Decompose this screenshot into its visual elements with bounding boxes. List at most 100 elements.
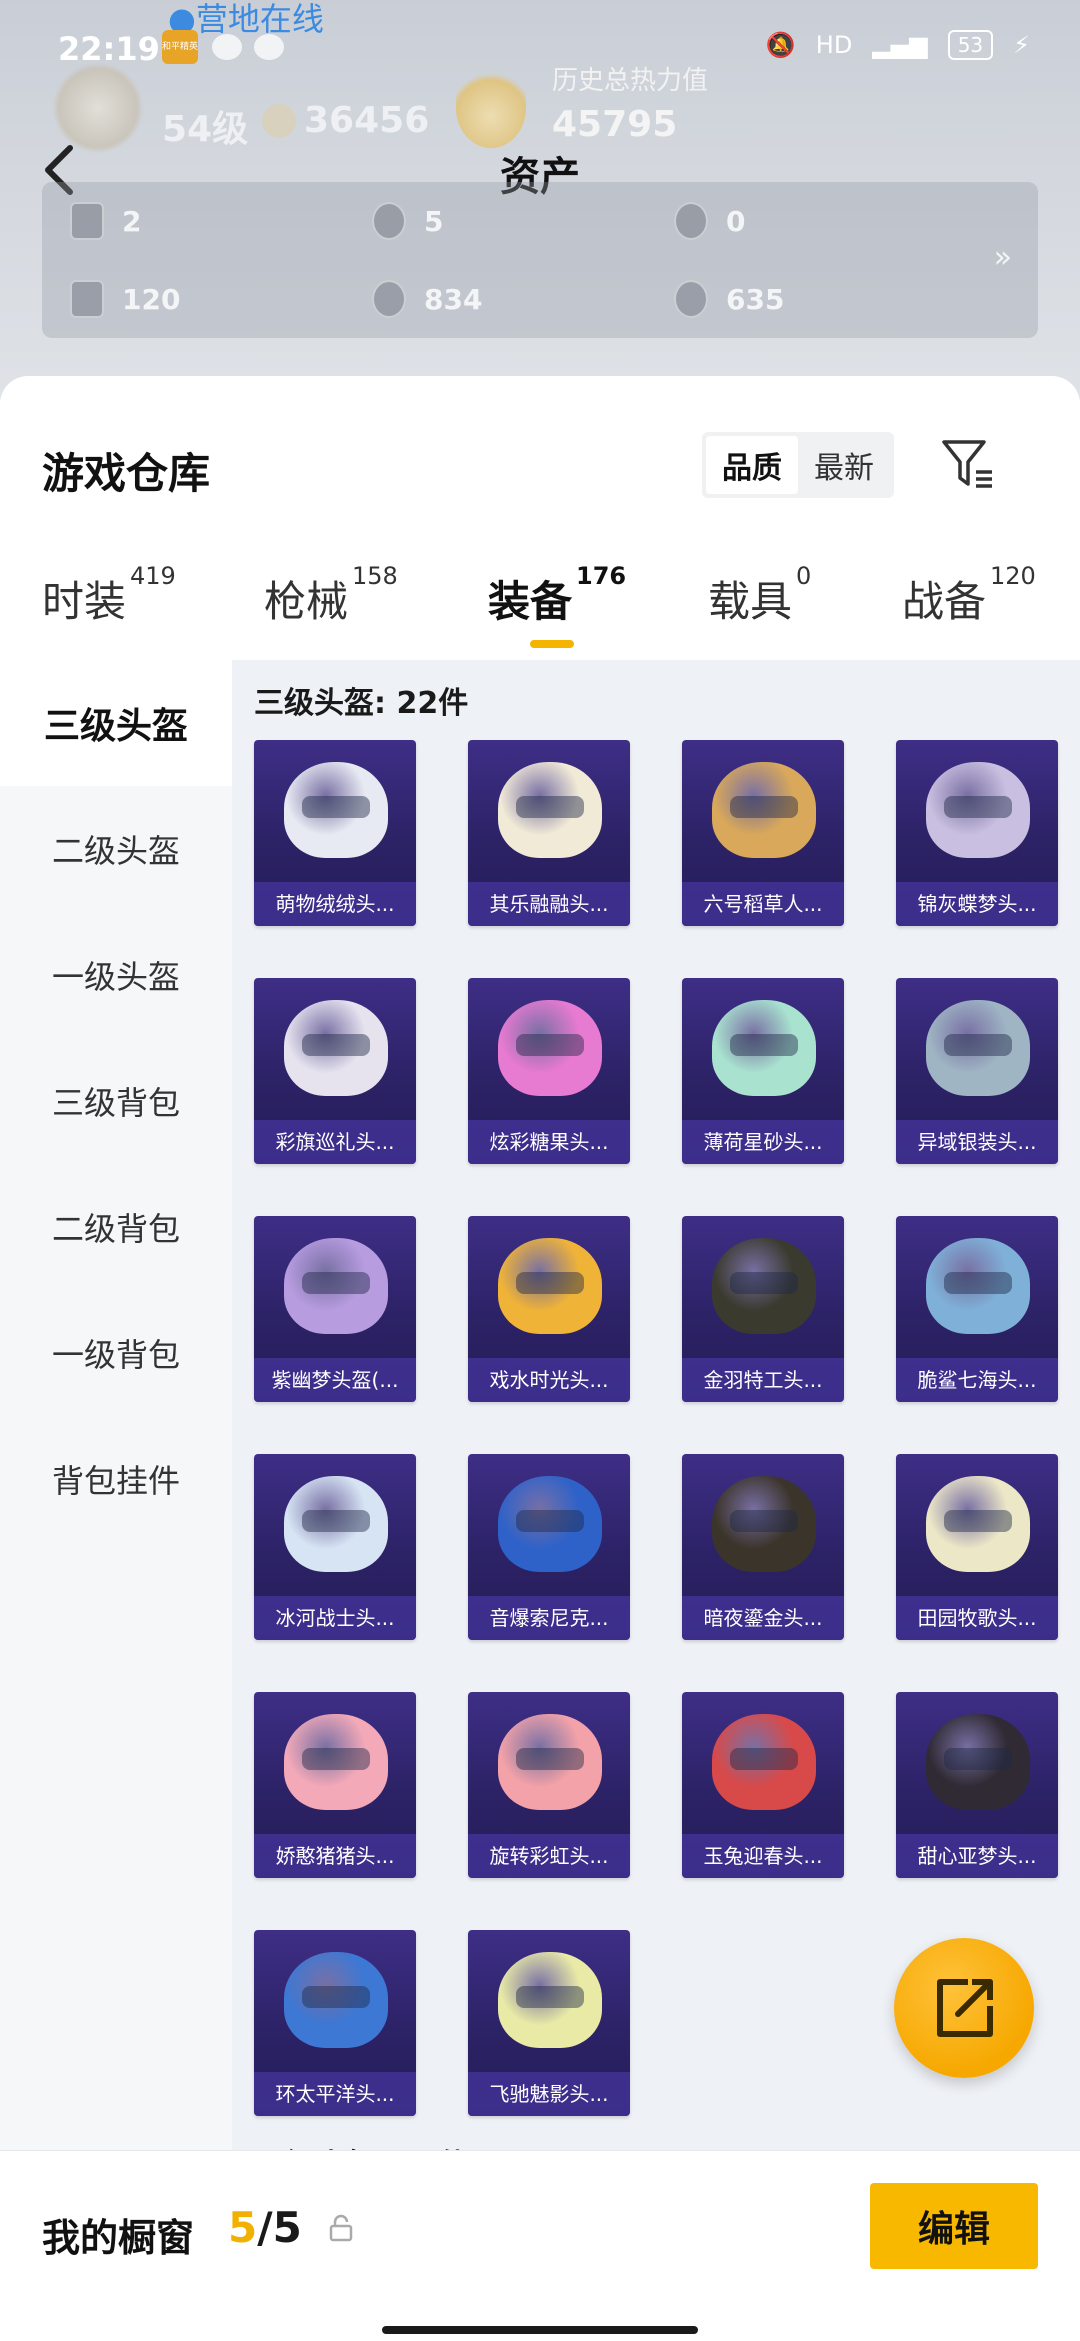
wechat-icon (254, 34, 284, 60)
asset-panel[interactable]: 2 5 0 120 834 635 » (42, 182, 1038, 338)
ticket-icon (70, 280, 104, 318)
item-name: 环太平洋头... (254, 2072, 416, 2116)
showcase-count: 5/5 (228, 2203, 302, 2252)
helmet-icon (926, 1000, 1030, 1096)
tab-equipment[interactable]: 装备176 (488, 562, 626, 629)
asset-value: 2 (122, 204, 142, 238)
card-icon (70, 202, 104, 240)
item-card[interactable]: 戏水时光头... (468, 1216, 630, 1402)
item-card[interactable]: 暗夜鎏金头... (682, 1454, 844, 1640)
item-card[interactable]: 薄荷星砂头... (682, 978, 844, 1164)
lock-icon (329, 2214, 353, 2242)
sort-quality-button[interactable]: 品质 (706, 436, 798, 494)
item-card[interactable]: 锦灰蝶梦头... (896, 740, 1058, 926)
sidebar-item-level2-backpack[interactable]: 二级背包 (0, 1164, 232, 1290)
helmet-icon (712, 1476, 816, 1572)
battery-icon: 53 (947, 30, 994, 60)
sidebar-item-level3-backpack[interactable]: 三级背包 (0, 1038, 232, 1164)
warehouse-title: 游戏仓库 (42, 449, 211, 498)
showcase-bar: 我的橱窗 5/5 编辑 (0, 2150, 1080, 2341)
item-name: 六号稻草人... (682, 882, 844, 926)
helmet-icon (712, 762, 816, 858)
item-card[interactable]: 炫彩糖果头... (468, 978, 630, 1164)
helmet-icon (712, 1238, 816, 1334)
status-time: 22:19 (58, 30, 160, 68)
filter-icon[interactable] (940, 438, 996, 490)
item-card[interactable]: 异域银装头... (896, 978, 1058, 1164)
asset-value: 120 (122, 282, 181, 316)
sidebar-item-level2-helmet[interactable]: 二级头盔 (0, 786, 232, 912)
item-card[interactable]: 紫幽梦头盔(... (254, 1216, 416, 1402)
helmet-icon (712, 1714, 816, 1810)
home-indicator (382, 2326, 698, 2334)
helmet-icon (284, 1000, 388, 1096)
status-bar: ●营地在线 22:19 和平精英 🔕 HD ▂▄▆ 53 ⚡ (0, 0, 1080, 90)
item-card[interactable]: 飞驰魅影头... (468, 1930, 630, 2116)
item-name: 脆鲨七海头... (896, 1358, 1058, 1402)
helmet-icon (498, 1952, 602, 2048)
sidebar-item-level1-helmet[interactable]: 一级头盔 (0, 912, 232, 1038)
item-card[interactable]: 旋转彩虹头... (468, 1692, 630, 1878)
item-card[interactable]: 环太平洋头... (254, 1930, 416, 2116)
asset-item: 834 (372, 280, 482, 318)
item-name: 异域银装头... (896, 1120, 1058, 1164)
item-grid-area: 三级头盔: 22件 萌物绒绒头... 其乐融融头... 六号稻草人... 锦灰蝶梦头.… (232, 660, 1080, 2183)
tab-firearms[interactable]: 枪械158 (264, 562, 398, 629)
tab-fashion[interactable]: 时装419 (42, 562, 176, 629)
item-card[interactable]: 六号稻草人... (682, 740, 844, 926)
sidebar-item-level3-helmet[interactable]: 三级头盔 (0, 660, 232, 786)
external-link-icon (937, 1979, 993, 2037)
double-chevron-right-icon[interactable]: » (994, 240, 1012, 275)
sidebar-item-backpack-charm[interactable]: 背包挂件 (0, 1416, 232, 1542)
item-card[interactable]: 脆鲨七海头... (896, 1216, 1058, 1402)
item-name: 玉兔迎春头... (682, 1834, 844, 1878)
helmet-icon (498, 1714, 602, 1810)
helmet-icon (926, 762, 1030, 858)
item-name: 彩旗巡礼头... (254, 1120, 416, 1164)
token-icon (674, 280, 708, 318)
item-card[interactable]: 娇憨猪猪头... (254, 1692, 416, 1878)
item-card[interactable]: 萌物绒绒头... (254, 740, 416, 926)
item-name: 其乐融融头... (468, 882, 630, 926)
helmet-icon (498, 1238, 602, 1334)
item-name: 娇憨猪猪头... (254, 1834, 416, 1878)
asset-item: 5 (372, 202, 443, 240)
item-card[interactable]: 音爆索尼克... (468, 1454, 630, 1640)
tab-supplies[interactable]: 战备120 (902, 562, 1036, 629)
helmet-icon (498, 1000, 602, 1096)
edit-button[interactable]: 编辑 (870, 2183, 1038, 2269)
helmet-icon (712, 1000, 816, 1096)
tab-vehicles[interactable]: 载具0 (708, 562, 811, 629)
asset-value: 0 (726, 204, 746, 238)
asset-item: 120 (70, 280, 180, 318)
medal-icon (674, 202, 708, 240)
helmet-icon (926, 1238, 1030, 1334)
hd-icon: HD (815, 31, 853, 59)
item-name: 炫彩糖果头... (468, 1120, 630, 1164)
item-card[interactable]: 田园牧歌头... (896, 1454, 1058, 1640)
heat-flame-icon (456, 68, 526, 148)
helmet-icon (926, 1714, 1030, 1810)
share-button[interactable] (894, 1938, 1034, 2078)
asset-value: 635 (726, 282, 785, 316)
helmet-icon (284, 1714, 388, 1810)
item-card[interactable]: 其乐融融头... (468, 740, 630, 926)
helmet-icon (284, 762, 388, 858)
asset-value: 834 (424, 282, 483, 316)
asset-item: 635 (674, 280, 784, 318)
orb-icon (372, 280, 406, 318)
helmet-icon (498, 1476, 602, 1572)
item-card[interactable]: 金羽特工头... (682, 1216, 844, 1402)
sidebar-item-level1-backpack[interactable]: 一级背包 (0, 1290, 232, 1416)
sort-latest-button[interactable]: 最新 (798, 436, 890, 494)
item-name: 飞驰魅影头... (468, 2072, 630, 2116)
item-card[interactable]: 甜心亚梦头... (896, 1692, 1058, 1878)
item-card[interactable]: 彩旗巡礼头... (254, 978, 416, 1164)
item-card[interactable]: 玉兔迎春头... (682, 1692, 844, 1878)
helmet-icon (926, 1476, 1030, 1572)
item-card[interactable]: 冰河战士头... (254, 1454, 416, 1640)
mute-icon: 🔕 (765, 31, 796, 59)
subcategory-sidebar: 三级头盔 二级头盔 一级头盔 三级背包 二级背包 一级背包 背包挂件 (0, 660, 232, 2160)
asset-item: 2 (70, 202, 141, 240)
chat-app-icon (212, 34, 242, 60)
